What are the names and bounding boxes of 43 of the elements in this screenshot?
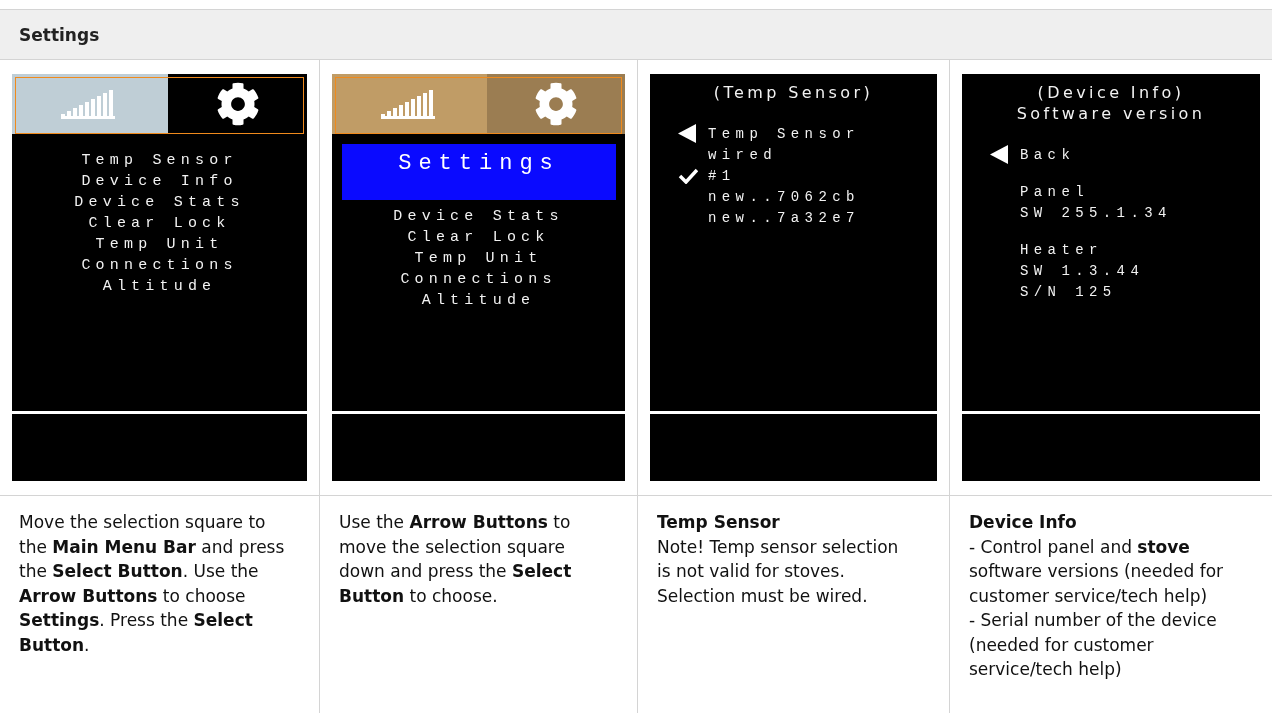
- menu-item[interactable]: Connections: [400, 269, 557, 290]
- menu-item[interactable]: Temp Unit: [414, 248, 543, 269]
- menu-bar-tile[interactable]: [12, 74, 169, 134]
- header-title: Settings: [19, 24, 100, 45]
- screen-line: wired: [708, 146, 777, 163]
- screen-line: new..7a32e7: [708, 209, 860, 226]
- description-text: - Serial number of the device (needed for customer service/tech help): [969, 609, 1218, 681]
- description-heading: Temp Sensor: [657, 511, 781, 534]
- back-triangle-icon: [990, 145, 1008, 164]
- screen-line: SW 255.1.34: [1020, 204, 1172, 221]
- menu-bar-tile[interactable]: [332, 74, 488, 134]
- menu-item[interactable]: Clear Lock: [88, 213, 231, 234]
- menu-item[interactable]: Temp Unit: [95, 234, 224, 255]
- screen-line[interactable]: Temp Sensor: [708, 125, 860, 142]
- screen-line: Panel: [1020, 183, 1089, 200]
- menu-item[interactable]: Altitude: [102, 276, 217, 297]
- description-text: Use the Arrow Buttons to move the selection square down and press the Select Button to choose.: [339, 511, 573, 608]
- screen-title: (Device Info): [1037, 82, 1185, 103]
- settings-icon: [534, 82, 579, 126]
- screen-line[interactable]: Back: [1020, 146, 1076, 163]
- screen-line: new..7062cb: [708, 188, 860, 205]
- back-triangle-icon: [678, 124, 696, 143]
- menu-item[interactable]: Temp Sensor: [81, 150, 238, 171]
- screen-line: SW 1.3.44: [1020, 262, 1145, 279]
- menu-bar-tile[interactable]: [487, 74, 625, 134]
- menu-item[interactable]: Device Stats: [393, 206, 564, 227]
- description-text: Move the selection square to the Main Menu Bar and press the Select Button. Use the Arrow Buttons to choose Settings. Press the Select Button.: [19, 511, 285, 657]
- screen-line: #1: [708, 167, 736, 184]
- menu-item[interactable]: Device Stats: [74, 192, 245, 213]
- settings-popup: Settings: [342, 144, 616, 200]
- description-text: Note! Temp sensor selection is not valid for stoves. Selection must be wired.: [657, 535, 900, 608]
- screen-line: S/N 125: [1020, 283, 1117, 300]
- menu-item[interactable]: Altitude: [421, 290, 536, 311]
- screen-title: (Temp Sensor): [713, 82, 874, 103]
- menu-item[interactable]: Device Info: [81, 171, 238, 192]
- screen-title: Software version: [1016, 103, 1206, 124]
- menu-item[interactable]: Clear Lock: [407, 227, 550, 248]
- checkmark-icon: [678, 167, 698, 184]
- description-text: - Control panel and stove software versions (needed for customer service/tech help): [969, 535, 1225, 608]
- menu-item[interactable]: Connections: [81, 255, 238, 276]
- screen-line: Heater: [1020, 241, 1103, 258]
- description-heading: Device Info: [969, 511, 1078, 534]
- settings-icon: [215, 82, 260, 126]
